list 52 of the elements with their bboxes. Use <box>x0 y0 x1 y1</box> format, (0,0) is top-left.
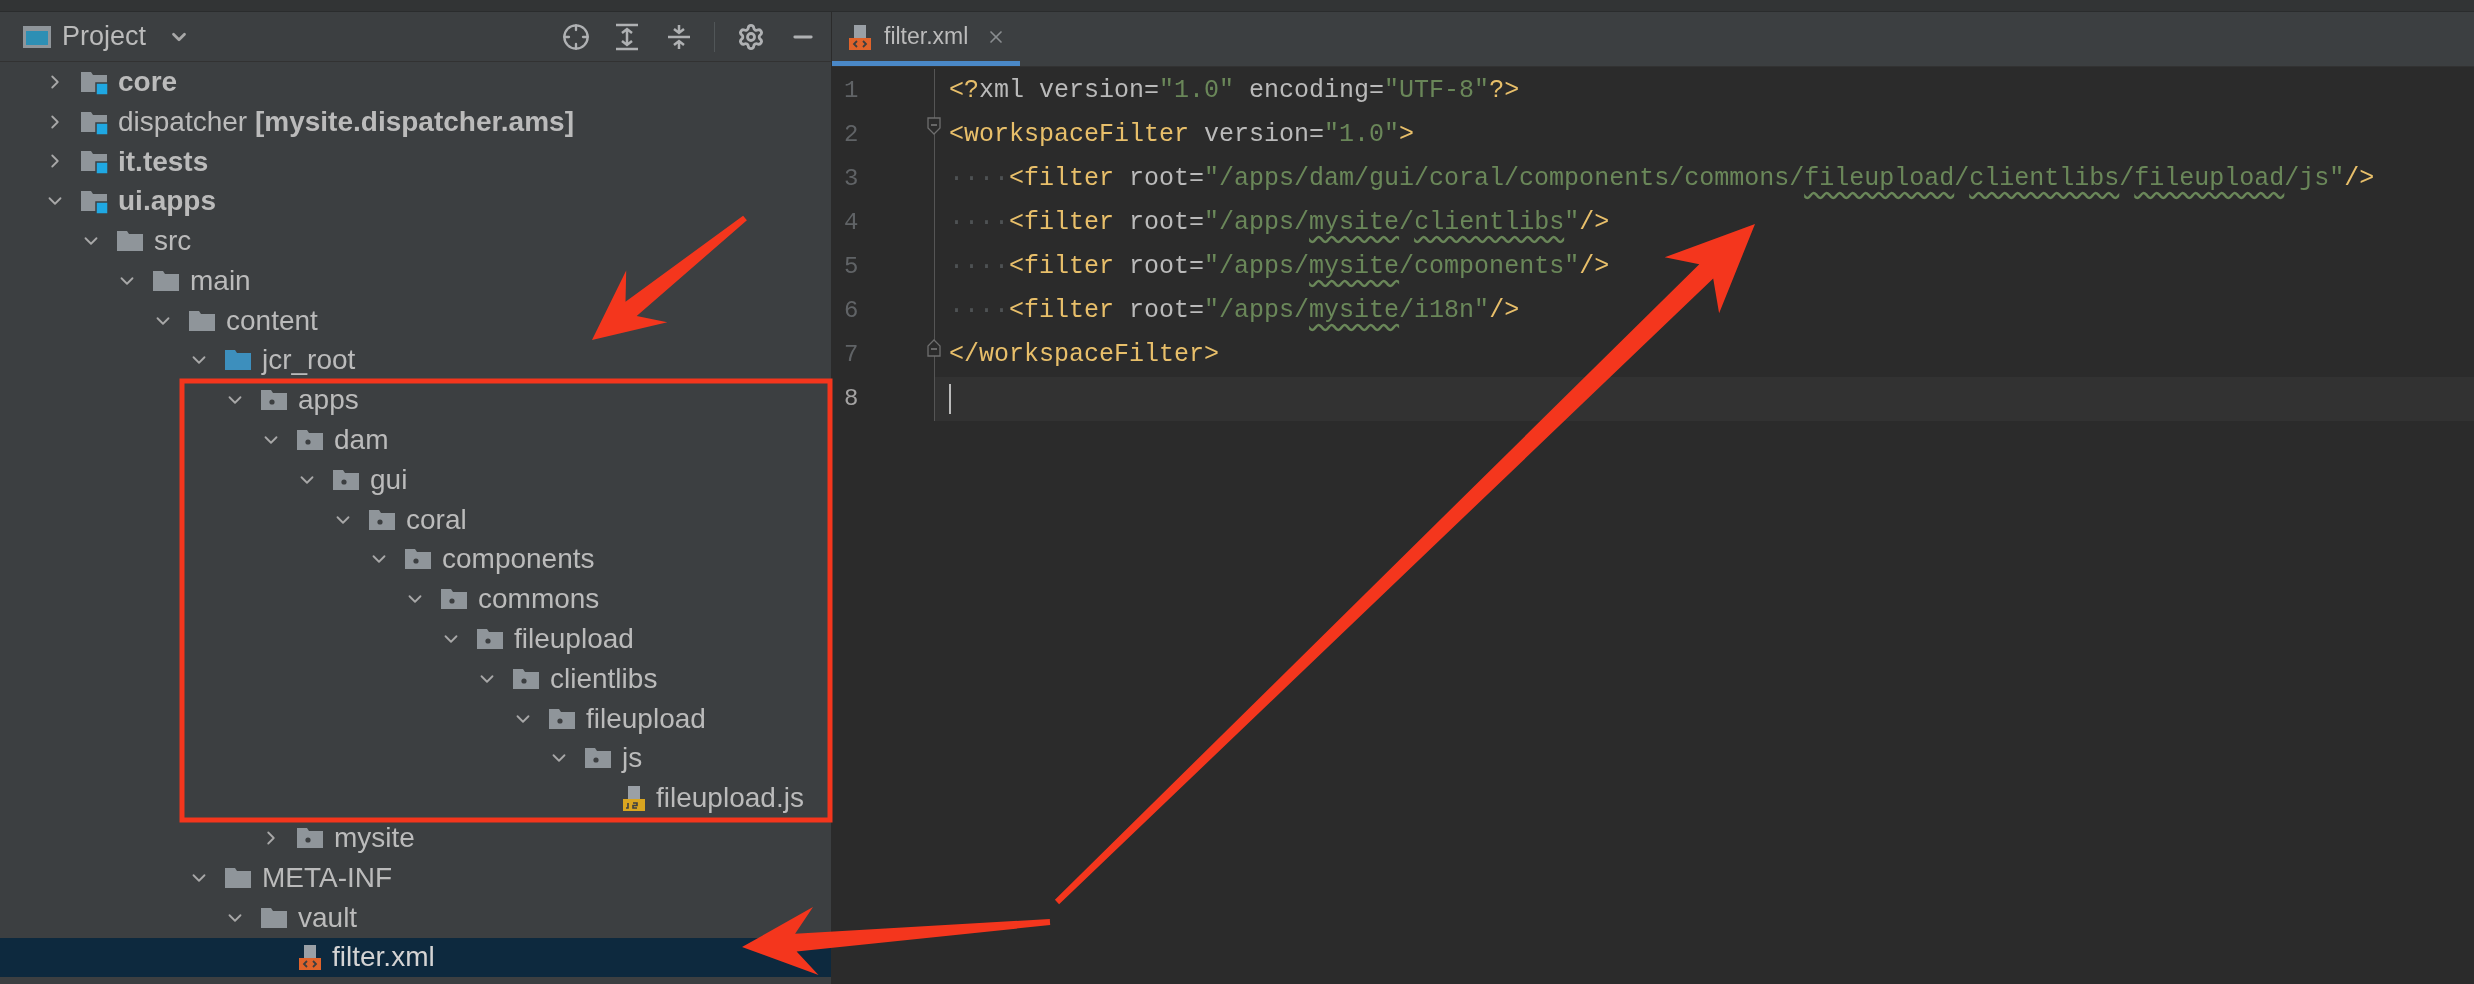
xml-file-icon <box>296 943 324 972</box>
code-line: ····<filter root="/apps/mysite/i18n"/> <box>948 295 1521 328</box>
line-number: 5 <box>843 252 860 282</box>
settings-icon[interactable] <box>737 22 765 51</box>
collapse-all-icon[interactable] <box>666 22 692 51</box>
line-number: 3 <box>843 164 860 194</box>
line-number: 8 <box>843 384 860 414</box>
tree-item[interactable]: dam <box>0 420 831 460</box>
code-line: ····<filter root="/apps/dam/gui/coral/components/commons/fileupload/clientlibs/fileupload/js"/> <box>948 163 2376 196</box>
tree-item[interactable]: it.tests <box>0 141 831 182</box>
tree-item[interactable]: components <box>0 539 831 580</box>
fold-marker-icon[interactable] <box>927 117 941 135</box>
tree-item[interactable]: content <box>0 300 831 341</box>
tree-item[interactable]: core <box>0 62 831 102</box>
line-number: 1 <box>843 76 860 106</box>
tree-item[interactable]: clientlibs <box>0 658 831 699</box>
code-line: ····<filter root="/apps/mysite/components"/> <box>948 251 1611 284</box>
module-folder-icon <box>80 188 110 215</box>
tree-item[interactable]: filter.xml <box>0 937 831 978</box>
text-caret <box>949 384 951 414</box>
tree-item[interactable]: js <box>0 738 831 779</box>
xml-file-icon <box>846 22 874 51</box>
tree-item[interactable]: main <box>0 261 831 301</box>
line-number: 2 <box>843 120 860 150</box>
tree-item[interactable]: fileupload <box>0 619 831 659</box>
project-view-dropdown[interactable]: Project <box>62 16 191 57</box>
expand-all-icon[interactable] <box>614 22 640 51</box>
tree-item[interactable]: META-INF <box>0 857 831 898</box>
tree-item[interactable]: mysite <box>0 818 831 858</box>
line-number: 4 <box>843 208 860 238</box>
tree-item[interactable]: commons <box>0 579 831 620</box>
tree-item[interactable]: gui <box>0 459 831 500</box>
code-line: </workspaceFilter> <box>948 339 1221 372</box>
tree-item[interactable]: jcr_root <box>0 340 831 381</box>
module-folder-icon <box>80 148 110 175</box>
tree-item[interactable]: src <box>0 221 831 261</box>
tree-item[interactable]: fileupload <box>0 698 831 739</box>
line-number: 7 <box>843 340 860 370</box>
tree-item[interactable]: fileupload.js <box>0 778 831 819</box>
code-line: <workspaceFilter version="1.0"> <box>948 119 1416 152</box>
tree-item[interactable]: apps <box>0 380 831 421</box>
code-line: <?xml version="1.0" encoding="UTF-8"?> <box>948 75 1521 108</box>
fold-marker-icon[interactable] <box>927 339 941 357</box>
tree-item[interactable]: dispatcher [mysite.dispatcher.ams] <box>0 101 831 142</box>
tree-item[interactable]: vault <box>0 897 831 938</box>
code-line: ····<filter root="/apps/mysite/clientlibs"/> <box>948 207 1611 240</box>
tree-item[interactable]: coral <box>0 499 831 540</box>
window-icon <box>22 23 52 50</box>
tree-item[interactable]: ui.apps <box>0 181 831 222</box>
locate-icon[interactable] <box>562 22 590 51</box>
line-number: 6 <box>843 296 860 326</box>
js-file-icon <box>620 784 648 813</box>
